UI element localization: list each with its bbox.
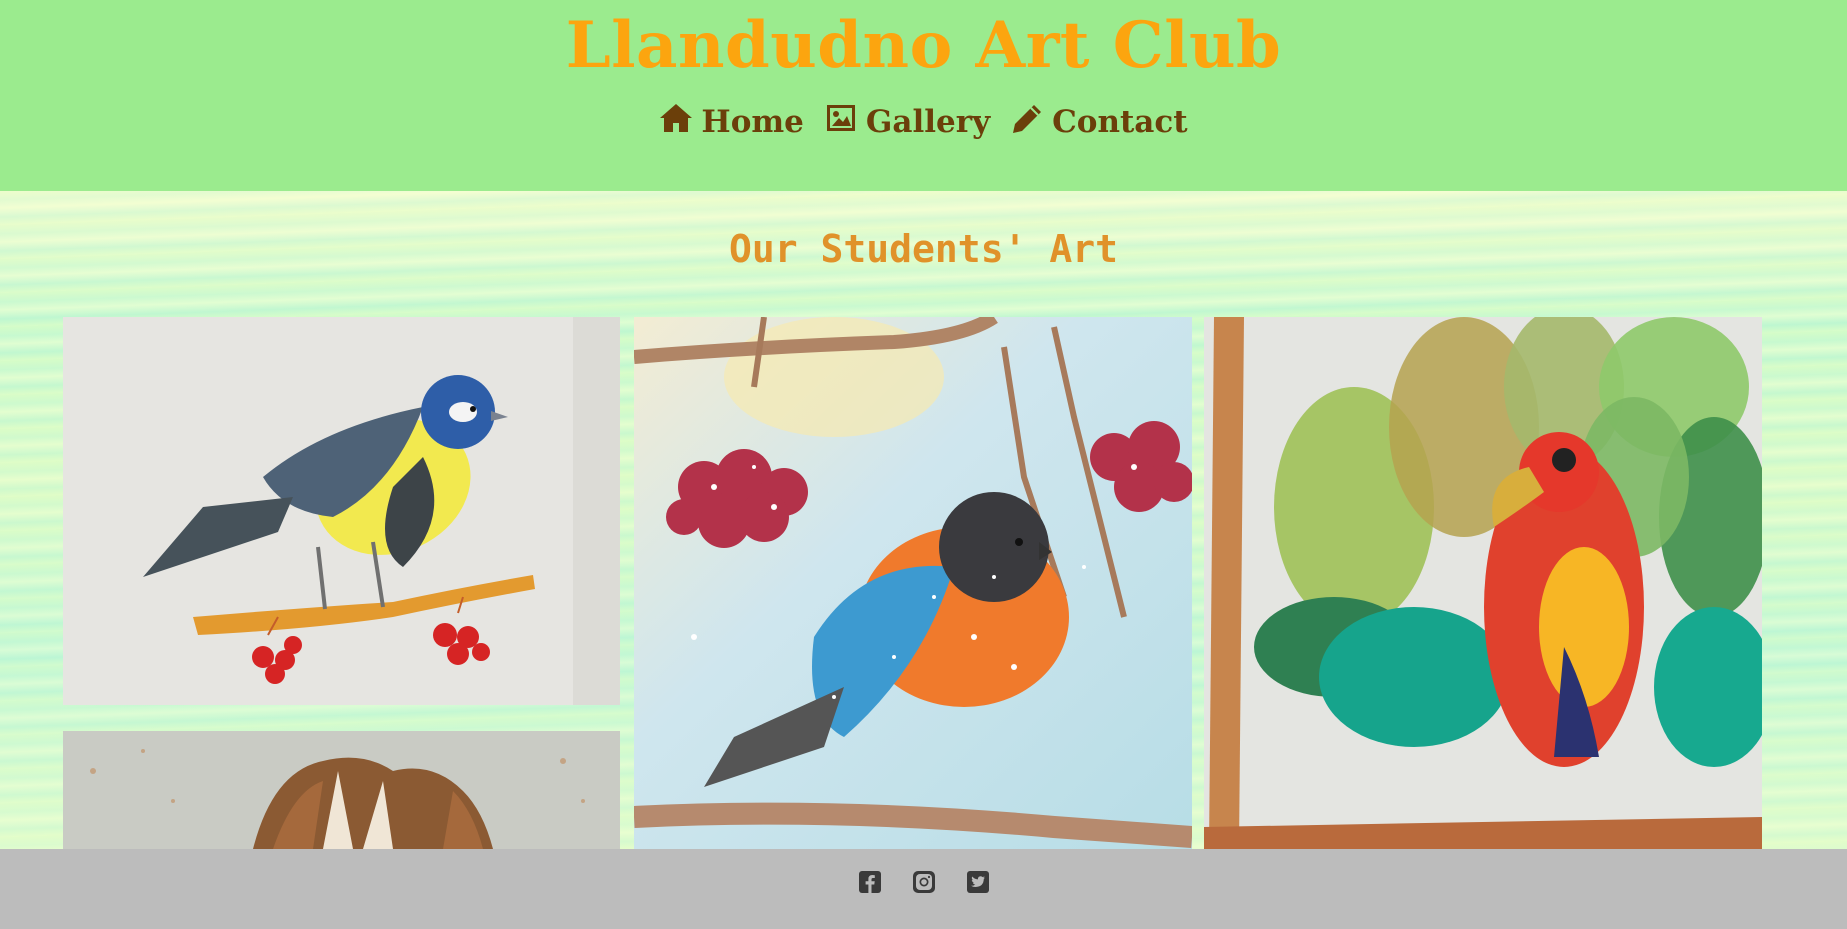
gallery-image-bird-parrot[interactable] (1204, 317, 1762, 849)
facebook-icon (858, 870, 882, 894)
home-icon (659, 102, 693, 142)
section-title: Our Students' Art (729, 227, 1118, 271)
image-icon (824, 102, 858, 142)
nav-gallery-label: Gallery (865, 104, 991, 140)
gallery-image-fox[interactable] (63, 731, 620, 849)
nav-home-link[interactable]: Home (659, 102, 804, 142)
gallery-image-bird-tit[interactable] (63, 317, 620, 705)
nav-contact-link[interactable]: Contact (1010, 102, 1188, 142)
nav-contact-label: Contact (1052, 104, 1188, 140)
instagram-link[interactable] (912, 870, 936, 894)
facebook-link[interactable] (858, 870, 882, 894)
instagram-icon (912, 870, 936, 894)
main-content: Our Students' Art (0, 191, 1847, 849)
nav-home-label: Home (701, 104, 804, 140)
site-header: Llandudno Art Club Home Gallery Contact (0, 0, 1847, 191)
site-title: Llandudno Art Club (565, 8, 1282, 83)
twitter-icon (966, 870, 990, 894)
pencil-icon (1010, 102, 1044, 142)
nav-gallery-link[interactable]: Gallery (824, 102, 990, 142)
gallery-image-bird-bullfinch[interactable] (634, 317, 1192, 849)
twitter-link[interactable] (966, 870, 990, 894)
site-footer (0, 849, 1847, 929)
main-nav: Home Gallery Contact (0, 102, 1847, 142)
